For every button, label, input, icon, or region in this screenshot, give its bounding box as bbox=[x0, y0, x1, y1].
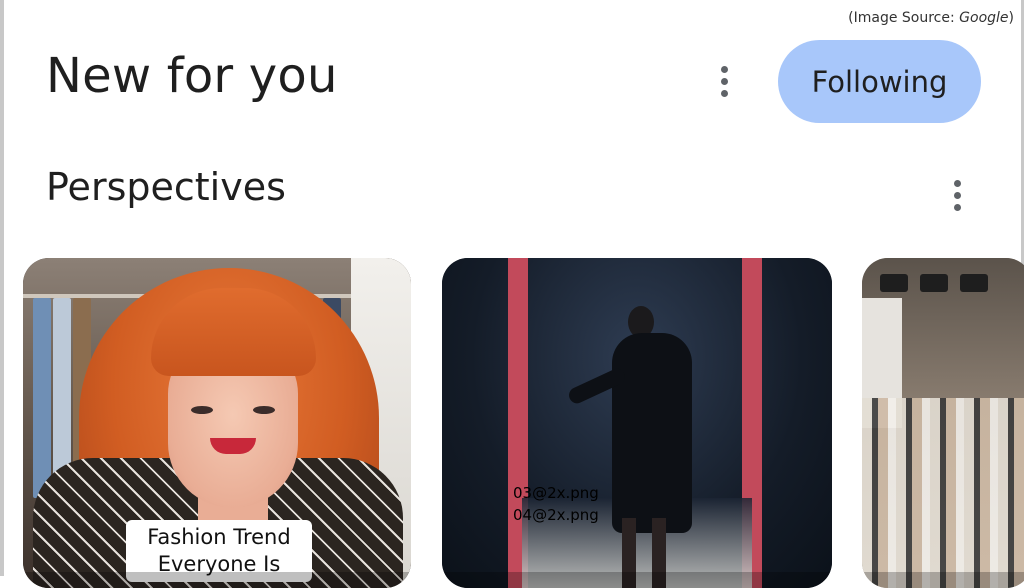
image-filename: 03@2x.png bbox=[513, 484, 599, 502]
section-title: Perspectives bbox=[46, 165, 286, 209]
perspective-card[interactable]: 03@2x.png 04@2x.png bbox=[442, 258, 832, 588]
left-edge-border bbox=[0, 0, 4, 576]
more-vert-icon[interactable] bbox=[952, 180, 962, 211]
following-button[interactable]: Following bbox=[778, 40, 981, 123]
card-footer-shade bbox=[862, 572, 1024, 588]
source-name: Google bbox=[959, 10, 1009, 26]
source-suffix: ) bbox=[1008, 10, 1014, 26]
source-prefix: (Image Source: bbox=[848, 10, 960, 26]
image-source-note: (Image Source: Google) bbox=[848, 10, 1014, 26]
model-body bbox=[612, 333, 692, 533]
card-footer-shade bbox=[442, 572, 832, 588]
person-eye bbox=[253, 406, 275, 414]
page-title: New for you bbox=[46, 48, 338, 104]
more-vert-icon[interactable] bbox=[719, 66, 729, 97]
card-footer-shade bbox=[23, 572, 411, 588]
audience bbox=[862, 398, 1024, 588]
perspective-card[interactable]: Fashion Trend Everyone Is bbox=[23, 258, 411, 588]
person-eye bbox=[191, 406, 213, 414]
clothing-item bbox=[33, 298, 51, 498]
stage-light bbox=[880, 274, 908, 292]
image-filename: 04@2x.png bbox=[513, 506, 599, 524]
stage-light bbox=[960, 274, 988, 292]
perspective-card[interactable] bbox=[862, 258, 1024, 588]
stage-light bbox=[920, 274, 948, 292]
broken-image-labels: 03@2x.png 04@2x.png bbox=[513, 482, 599, 526]
